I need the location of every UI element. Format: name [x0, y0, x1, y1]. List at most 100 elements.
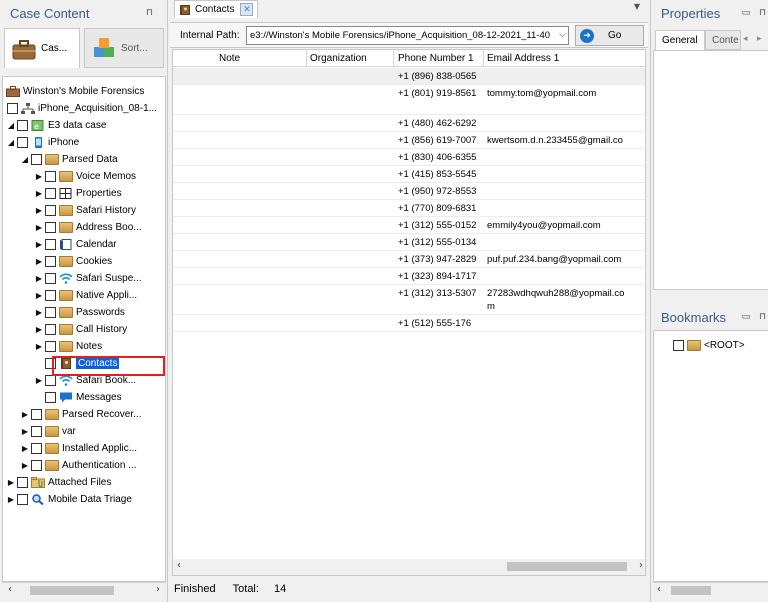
tree-node[interactable]: ▶ Passwords [34, 304, 125, 321]
column-divider[interactable] [306, 50, 307, 67]
tab-case[interactable]: Cas... [4, 28, 80, 68]
collapse-arrow-icon[interactable]: ▶ [34, 274, 44, 284]
table-row[interactable]: +1 (801) 919-8561 tommy.tom@yopmail.com [173, 85, 645, 115]
collapse-arrow-icon[interactable]: ▶ [20, 410, 30, 420]
checkbox[interactable] [673, 340, 684, 351]
checkbox[interactable] [31, 460, 42, 471]
pin-icon[interactable]: ⊓ [759, 8, 766, 18]
checkbox[interactable] [45, 171, 56, 182]
tree-node[interactable]: ▶ Mobile Data Triage [6, 491, 132, 508]
column-header-note[interactable]: Note [219, 53, 240, 64]
collapse-arrow-icon[interactable]: ▶ [34, 325, 44, 335]
checkbox[interactable] [17, 120, 28, 131]
column-divider[interactable] [483, 50, 484, 67]
tree-node[interactable]: ▶ Voice Memos [34, 168, 136, 185]
tab-content[interactable]: Conte [705, 30, 741, 50]
table-row[interactable]: +1 (896) 838-0565 [173, 68, 645, 85]
tree-node[interactable]: ▶ Calendar [34, 236, 117, 253]
internal-path-input[interactable]: e3://Winston's Mobile Forensics/iPhone_A… [246, 26, 569, 45]
checkbox[interactable] [17, 477, 28, 488]
checkbox[interactable] [45, 324, 56, 335]
column-header-phone[interactable]: Phone Number 1 [398, 53, 474, 64]
collapse-arrow-icon[interactable]: ▶ [34, 291, 44, 301]
tree-node[interactable]: ▶ Notes [34, 338, 102, 355]
tree-node[interactable]: ▶ Attached Files [6, 474, 111, 491]
tree-node[interactable]: Messages [34, 389, 122, 406]
checkbox[interactable] [31, 426, 42, 437]
table-row[interactable]: +1 (415) 853-5545 [173, 166, 645, 183]
dock-icon[interactable]: ▭ [742, 8, 751, 18]
table-row[interactable]: +1 (373) 947-2829 puf.puf.234.bang@yopmai… [173, 251, 645, 268]
collapse-arrow-icon[interactable]: ▶ [34, 206, 44, 216]
checkbox[interactable] [45, 290, 56, 301]
column-header-email[interactable]: Email Address 1 [487, 53, 559, 64]
scroll-right-icon[interactable]: › [639, 560, 643, 571]
scroll-thumb[interactable] [30, 586, 114, 595]
collapse-arrow-icon[interactable]: ▶ [6, 495, 16, 505]
tree-horizontal-scrollbar[interactable]: ‹ › [2, 582, 166, 598]
checkbox[interactable] [17, 494, 28, 505]
tree-node[interactable]: ▶ Address Boo... [34, 219, 142, 236]
tree-node[interactable]: ▶ Parsed Recover... [20, 406, 141, 423]
tree-node[interactable]: ▶ Safari History [34, 202, 136, 219]
checkbox[interactable] [17, 137, 28, 148]
bookmark-root-node[interactable]: <ROOT> [672, 337, 745, 354]
column-header-organization[interactable]: Organization [310, 53, 367, 64]
tab-scroll-left-icon[interactable]: ◂ [743, 34, 748, 44]
tree-node[interactable]: Winston's Mobile Forensics [6, 83, 144, 100]
collapse-arrow-icon[interactable]: ▶ [34, 223, 44, 233]
tree-node[interactable]: ▶ Call History [34, 321, 127, 338]
expand-arrow-icon[interactable]: ◢ [20, 155, 30, 165]
collapse-arrow-icon[interactable]: ▶ [34, 189, 44, 199]
tree-node[interactable]: ◢ iPhone [6, 134, 79, 151]
tree-node[interactable]: ◢ e E3 data case [6, 117, 106, 134]
collapse-arrow-icon[interactable]: ▶ [34, 308, 44, 318]
tab-list-dropdown-icon[interactable]: ▼ [634, 2, 640, 11]
table-row[interactable]: +1 (856) 619-7007 kwertsom.d.n.233455@gma… [173, 132, 645, 149]
chevron-down-icon[interactable]: ⌵ [559, 29, 566, 40]
checkbox[interactable] [45, 205, 56, 216]
tree-node[interactable]: ▶ Properties [34, 185, 122, 202]
tree-node[interactable]: ▶ Authentication ... [20, 457, 137, 474]
table-row[interactable]: +1 (480) 462-6292 [173, 115, 645, 132]
table-row[interactable]: +1 (312) 555-0152 emmily4you@yopmail.com [173, 217, 645, 234]
checkbox[interactable] [45, 273, 56, 284]
grid-horizontal-scrollbar[interactable]: ‹ › [173, 559, 645, 575]
collapse-arrow-icon[interactable]: ▶ [34, 376, 44, 386]
checkbox[interactable] [45, 239, 56, 250]
collapse-arrow-icon[interactable]: ▶ [20, 444, 30, 454]
column-divider[interactable] [393, 50, 394, 67]
tree-node[interactable]: ▶ Safari Suspe... [34, 270, 142, 287]
pin-icon[interactable]: ⊓ [759, 312, 766, 322]
checkbox[interactable] [45, 307, 56, 318]
checkbox[interactable] [7, 103, 18, 114]
collapse-arrow-icon[interactable]: ▶ [34, 172, 44, 182]
right-horizontal-scrollbar[interactable]: ‹ [653, 582, 768, 598]
tab-general[interactable]: General [655, 30, 705, 50]
checkbox[interactable] [45, 222, 56, 233]
expand-arrow-icon[interactable]: ◢ [6, 138, 16, 148]
checkbox[interactable] [45, 375, 56, 386]
tab-sort[interactable]: Sort... [84, 28, 164, 68]
collapse-arrow-icon[interactable]: ▶ [34, 240, 44, 250]
tree-node[interactable]: ▶ var [20, 423, 76, 440]
scroll-left-icon[interactable]: ‹ [657, 584, 661, 595]
collapse-arrow-icon[interactable]: ▶ [34, 257, 44, 267]
tab-scroll-right-icon[interactable]: ▸ [757, 34, 762, 44]
table-row[interactable]: +1 (770) 809-6831 [173, 200, 645, 217]
table-row[interactable]: +1 (950) 972-8553 [173, 183, 645, 200]
checkbox[interactable] [45, 256, 56, 267]
checkbox[interactable] [45, 341, 56, 352]
checkbox[interactable] [45, 392, 56, 403]
table-row[interactable]: +1 (512) 555-176 [173, 315, 645, 332]
checkbox[interactable] [31, 409, 42, 420]
scroll-left-icon[interactable]: ‹ [177, 560, 181, 571]
tab-contacts[interactable]: Contacts ✕ [174, 0, 259, 18]
checkbox[interactable] [31, 154, 42, 165]
scroll-left-icon[interactable]: ‹ [8, 584, 12, 595]
collapse-arrow-icon[interactable]: ▶ [20, 461, 30, 471]
dock-icon[interactable]: ▭ [742, 312, 751, 322]
table-row[interactable]: +1 (312) 555-0134 [173, 234, 645, 251]
table-row[interactable]: +1 (323) 894-1717 [173, 268, 645, 285]
pin-icon[interactable]: ⊓ [146, 8, 153, 18]
